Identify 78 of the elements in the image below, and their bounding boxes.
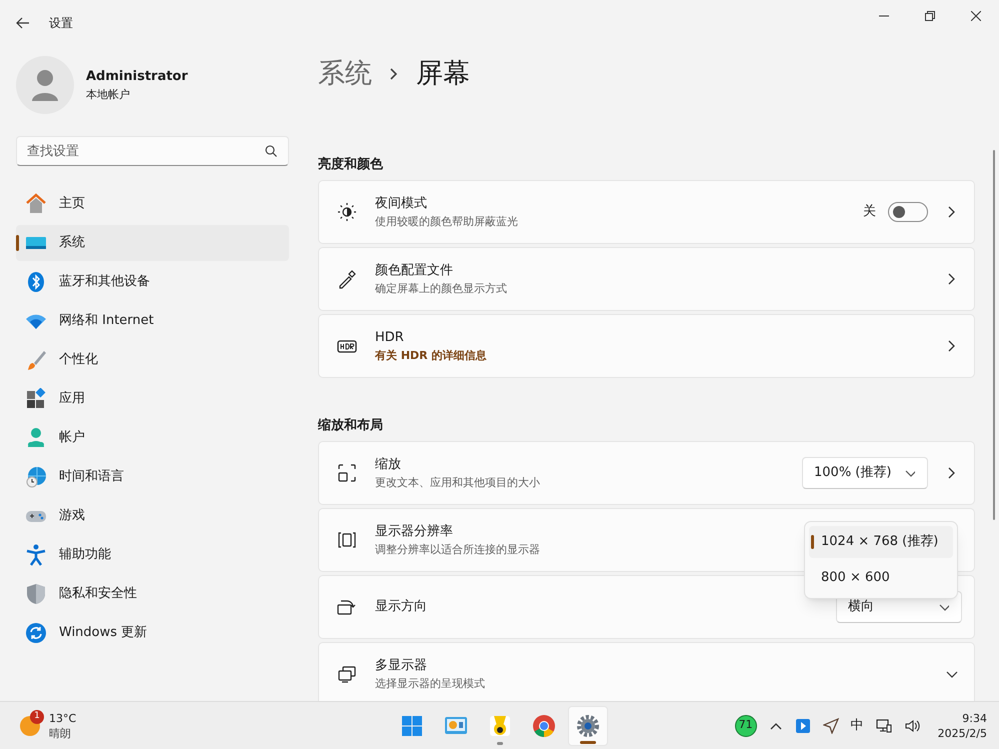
restore-icon[interactable] xyxy=(925,11,935,21)
brush-icon xyxy=(25,349,47,371)
nav-item[interactable]: 帐户 xyxy=(16,420,289,456)
sync-icon xyxy=(25,622,47,644)
nav-item[interactable]: 隐私和安全性 xyxy=(16,576,289,612)
setting-title: HDR xyxy=(375,329,405,347)
setting-title: 缩放 xyxy=(375,456,402,474)
nav-item[interactable]: 时间和语言 xyxy=(16,459,289,495)
temperature: 13°C xyxy=(49,710,76,726)
toggle-switch[interactable] xyxy=(888,202,928,222)
toggle-state: 关 xyxy=(863,203,876,222)
setting-title: 显示器分辨率 xyxy=(375,523,454,541)
back-icon[interactable] xyxy=(15,15,31,31)
network-icon[interactable] xyxy=(876,718,892,734)
sun-icon xyxy=(337,202,357,222)
nav-item[interactable]: 系统 xyxy=(16,225,289,261)
globe-clock-icon xyxy=(25,466,47,488)
section-heading: 亮度和颜色 xyxy=(318,156,384,173)
setting-card[interactable]: 夜间模式 使用较暖的颜色帮助屏蔽蓝光 关 xyxy=(318,180,975,244)
nav-item[interactable]: 游戏 xyxy=(16,498,289,534)
dropdown[interactable]: 100% (推荐) xyxy=(802,457,928,489)
setting-title: 多显示器 xyxy=(375,657,428,675)
house-icon xyxy=(25,193,47,215)
user-name: Administrator xyxy=(86,68,188,86)
nav-item[interactable]: Windows 更新 xyxy=(16,615,289,651)
setting-card[interactable]: 颜色配置文件 确定屏幕上的颜色显示方式 xyxy=(318,247,975,311)
account-type: 本地帐户 xyxy=(86,86,131,102)
eyedropper-icon xyxy=(337,269,357,289)
setting-card[interactable]: HDR 有关 HDR 的详细信息 xyxy=(318,314,975,378)
setting-description: 确定屏幕上的颜色显示方式 xyxy=(375,280,507,296)
setting-description: 使用较暖的颜色帮助屏蔽蓝光 xyxy=(375,214,518,230)
setting-description: 选择显示器的呈现模式 xyxy=(375,676,485,692)
apps-icon xyxy=(25,388,47,410)
setting-description: 更改文本、应用和其他项目的大小 xyxy=(375,474,540,490)
nav-item[interactable]: 主页 xyxy=(16,186,289,222)
section-heading: 缩放和布局 xyxy=(318,416,384,434)
tray-badge[interactable]: 71 xyxy=(734,714,757,736)
nav-item[interactable]: 个性化 xyxy=(16,342,289,378)
setting-link[interactable]: 有关 HDR 的详细信息 xyxy=(375,348,486,364)
clock-date[interactable]: 2025/2/5 xyxy=(938,726,987,740)
windows-logo-icon xyxy=(400,714,424,738)
weather-widget[interactable]: 1 13°C 晴朗 xyxy=(20,706,76,746)
weather-condition: 晴朗 xyxy=(49,726,72,740)
search-icon xyxy=(265,145,277,157)
monitors-icon xyxy=(337,664,357,684)
input-method[interactable]: 中 xyxy=(850,716,864,736)
browser-icon xyxy=(532,714,556,738)
setting-card[interactable]: 缩放 更改文本、应用和其他项目的大小 100% (推荐) xyxy=(318,441,975,505)
scale-icon xyxy=(337,463,357,483)
setting-title: 显示方向 xyxy=(375,598,427,616)
volume-icon[interactable] xyxy=(904,718,920,734)
clock-time[interactable]: 9:34 xyxy=(962,710,987,726)
notification-badge: 1 xyxy=(30,710,44,724)
character-icon xyxy=(488,714,512,738)
nav-item[interactable]: 应用 xyxy=(16,381,289,417)
close-icon[interactable] xyxy=(971,11,981,21)
nav-item[interactable]: 蓝牙和其他设备 xyxy=(16,264,289,300)
setting-title: 夜间模式 xyxy=(375,195,428,213)
bluetooth-icon xyxy=(25,271,47,293)
person-icon xyxy=(25,427,47,449)
breadcrumb-link[interactable]: 系统 xyxy=(318,54,372,94)
resolution-icon xyxy=(337,530,357,550)
nav-item[interactable]: 辅助功能 xyxy=(16,537,289,573)
gear-icon xyxy=(576,714,600,738)
search-field[interactable]: 查找设置 xyxy=(16,136,289,166)
shield-icon xyxy=(25,583,47,605)
app-tray-icon[interactable] xyxy=(794,718,811,734)
location-arrow-icon[interactable] xyxy=(822,718,839,734)
window-title: 设置 xyxy=(49,15,73,32)
nav-item[interactable]: 网络和 Internet xyxy=(16,303,289,339)
setting-title: 颜色配置文件 xyxy=(375,262,454,280)
accessibility-icon xyxy=(25,544,47,566)
setting-description: 调整分辨率以适合所连接的显示器 xyxy=(375,542,540,558)
menu-option[interactable]: 1024 × 768 (推荐) xyxy=(809,526,953,558)
setting-card[interactable]: 多显示器 选择显示器的呈现模式 xyxy=(318,642,975,701)
taskbar-app[interactable] xyxy=(568,706,608,746)
avatar-icon xyxy=(16,56,74,114)
page-title: 屏幕 xyxy=(416,56,470,91)
